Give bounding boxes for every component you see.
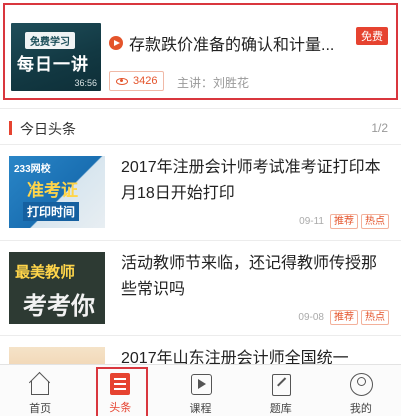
news-icon (110, 373, 131, 395)
featured-lecture-card[interactable]: 免费学习 每日一讲 36:56 存款跌价准备的确认和计量... 免费 3426 … (3, 3, 398, 100)
news-date: 09-11 (299, 216, 324, 227)
free-badge: 免费 (356, 27, 388, 45)
thumbnail-text: 准考证 (27, 181, 78, 200)
section-accent-bar (9, 121, 12, 135)
tab-label: 头条 (109, 402, 132, 414)
news-thumbnail: 最美教师 考考你 (9, 252, 105, 324)
course-icon (189, 372, 213, 396)
question-bank-icon (269, 372, 293, 396)
eye-icon (116, 77, 128, 85)
home-icon (28, 372, 52, 396)
tag-recommended: 推荐 (330, 310, 358, 325)
section-pager[interactable]: 1/2 (371, 121, 388, 135)
news-title: 2017年注册会计师考试准考证打印本月18日开始打印 (121, 159, 381, 202)
divider (0, 108, 401, 109)
tab-label: 首页 (29, 403, 52, 415)
thumbnail-text: 打印时间 (23, 202, 80, 221)
view-count: 3426 (133, 75, 158, 87)
lecture-title-row[interactable]: 存款跌价准备的确认和计量... (109, 31, 346, 55)
lecture-thumbnail[interactable]: 免费学习 每日一讲 36:56 (11, 23, 101, 91)
bottom-tab-bar: 首页 头条 课程 题库 我的 (0, 364, 401, 416)
play-icon (109, 36, 123, 50)
tab-label: 题库 (269, 403, 292, 415)
news-thumbnail: 233网校 准考证 打印时间 (9, 156, 105, 228)
profile-icon (349, 372, 373, 396)
tag-hot: 热点 (361, 310, 389, 325)
news-meta: 09-08 推荐 热点 (298, 310, 389, 325)
tab-courses[interactable]: 课程 (160, 365, 240, 416)
tab-home[interactable]: 首页 (0, 365, 80, 416)
thumbnail-text: 233网校 (14, 164, 51, 175)
lecture-title: 存款跌价准备的确认和计量... (129, 37, 335, 54)
section-title: 今日头条 (20, 121, 76, 137)
lecture-teacher: 主讲：刘胜花 (177, 76, 250, 90)
news-item[interactable]: 233网校 准考证 打印时间 2017年注册会计师考试准考证打印本月18日开始打… (0, 145, 401, 240)
tag-recommended: 推荐 (330, 214, 358, 229)
tab-headlines[interactable]: 头条 (80, 365, 160, 416)
news-item[interactable]: 最美教师 考考你 活动教师节来临，还记得教师传授那些常识吗 09-08 推荐 热… (0, 241, 401, 336)
thumbnail-duration: 36:56 (74, 78, 97, 88)
news-date: 09-08 (298, 312, 324, 323)
tab-profile[interactable]: 我的 (321, 365, 401, 416)
thumbnail-text: 最美教师 (15, 264, 76, 281)
news-meta: 09-11 推荐 热点 (299, 214, 389, 229)
thumbnail-title: 每日一讲 (17, 55, 89, 75)
tab-label: 课程 (189, 403, 212, 415)
news-title: 活动教师节来临，还记得教师传授那些常识吗 (121, 255, 378, 298)
tab-label: 我的 (349, 403, 372, 415)
view-count-badge: 3426 (109, 71, 165, 91)
section-header: 今日头条 1/2 (0, 114, 401, 144)
tab-question-bank[interactable]: 题库 (241, 365, 321, 416)
thumbnail-tag: 免费学习 (25, 32, 75, 49)
thumbnail-text: 考考你 (23, 291, 95, 320)
tag-hot: 热点 (361, 214, 389, 229)
